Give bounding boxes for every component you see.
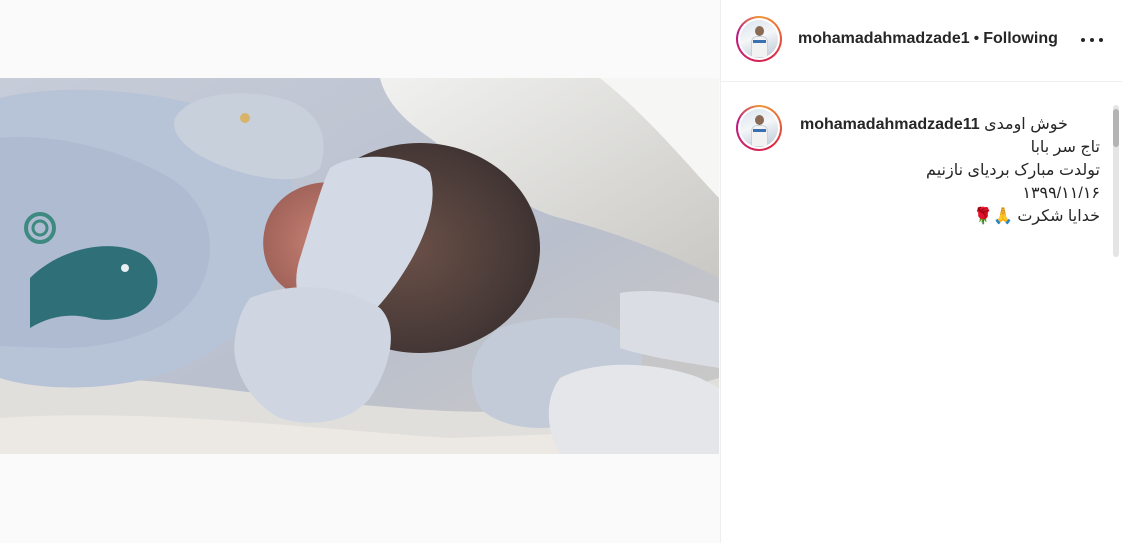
caption-date: ۱۳۹۹/۱۱/۱۶	[1022, 185, 1100, 202]
header-separator: •	[973, 30, 980, 47]
more-dot	[1081, 38, 1085, 42]
more-options-icon[interactable]	[1081, 30, 1103, 50]
baby-photo-image	[0, 78, 719, 454]
caption-first-line: mohamadahmadzade11 خوش اومدی	[800, 113, 1100, 136]
header-username[interactable]: mohamadahmadzade1	[798, 30, 970, 47]
caption-line-1: خوش اومدی	[984, 116, 1068, 133]
caption-line-5: خدایا شکرت 🙏🌹	[973, 208, 1100, 225]
avatar-figure-head	[755, 115, 764, 125]
more-dot	[1090, 38, 1094, 42]
avatar-figure-stripe	[753, 129, 766, 132]
post-media-pane	[0, 0, 720, 543]
more-dot	[1099, 38, 1103, 42]
caption-line-3: تولدت مبارک بردیای نازنیم	[926, 162, 1100, 179]
caption-avatar[interactable]	[736, 105, 782, 151]
avatar-frame	[738, 107, 780, 149]
post-header: mohamadahmadzade1 • Following	[721, 0, 1122, 82]
avatar-image	[740, 109, 778, 147]
header-avatar[interactable]	[736, 16, 782, 62]
avatar-image	[740, 20, 778, 58]
avatar-figure-head	[755, 26, 764, 36]
avatar-figure-stripe	[753, 40, 766, 43]
caption-line-2: تاج سر بابا	[1030, 139, 1100, 156]
avatar-frame	[738, 18, 780, 60]
caption-area: mohamadahmadzade11 خوش اومدی تاج سر بابا…	[721, 83, 1122, 543]
scrollbar-thumb[interactable]	[1113, 109, 1119, 147]
header-user-line: mohamadahmadzade1 • Following	[798, 30, 1058, 48]
following-button[interactable]: Following	[983, 30, 1058, 47]
caption-text: mohamadahmadzade11 خوش اومدی تاج سر بابا…	[800, 113, 1100, 228]
post-sidebar: mohamadahmadzade1 • Following mohamadahmad…	[720, 0, 1122, 543]
caption-username[interactable]: mohamadahmadzade11	[800, 116, 980, 133]
caption-scrollbar[interactable]	[1113, 105, 1119, 257]
post-photo[interactable]	[0, 78, 719, 454]
